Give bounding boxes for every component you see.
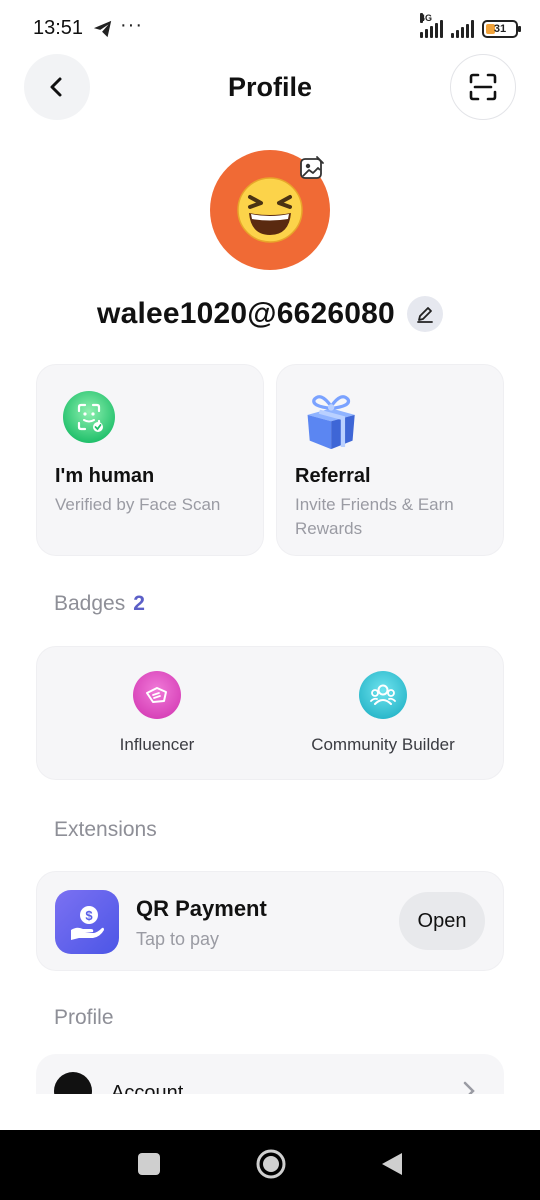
battery-icon: 31: [482, 20, 521, 38]
profile-section-title: Profile: [54, 1006, 114, 1029]
scan-button[interactable]: [450, 54, 516, 120]
back-triangle-icon[interactable]: [380, 1151, 404, 1177]
home-icon[interactable]: [255, 1148, 287, 1180]
edit-username-button[interactable]: [406, 296, 443, 332]
battery-level: 31: [493, 23, 507, 35]
gift-box-icon: [307, 395, 355, 449]
face-scan-icon: [63, 391, 115, 443]
qr-payment-subtitle: Tap to pay: [136, 929, 220, 949]
human-card-title: I'm human: [55, 465, 155, 487]
account-icon: [54, 1072, 92, 1094]
referral-card-subtitle: Invite Friends & Earn Rewards: [295, 495, 454, 538]
community-icon: [359, 671, 407, 719]
more-notifications-icon: ···: [120, 14, 143, 36]
signal-4g-icon: 4G: [420, 13, 443, 38]
badges-card: Influencer Community Builder: [36, 646, 504, 780]
signal-icon: [451, 20, 474, 38]
badges-title: Badges: [54, 592, 126, 615]
svg-text:$: $: [85, 908, 93, 923]
scan-icon: [469, 73, 497, 101]
chevron-right-icon: [463, 1081, 475, 1094]
qr-payment-title: QR Payment: [136, 896, 267, 921]
badge-label: Influencer: [119, 735, 195, 754]
telegram-icon: [93, 20, 112, 38]
laughing-face-icon: [237, 177, 303, 243]
badge-influencer[interactable]: Influencer: [47, 671, 267, 755]
badge-label: Community Builder: [311, 735, 455, 754]
username-row: walee1020@6626080: [0, 296, 540, 332]
status-indicators: 4G 31: [420, 13, 521, 40]
account-row[interactable]: Account: [36, 1054, 504, 1094]
extensions-section-title: Extensions: [54, 818, 157, 841]
qr-payment-card[interactable]: $ QR Payment Tap to pay Open: [36, 871, 504, 971]
account-label: Account: [111, 1082, 184, 1094]
change-photo-icon[interactable]: [299, 155, 325, 181]
status-bar: 13:51 ··· 4G 31: [0, 0, 540, 58]
status-time: 13:51: [33, 17, 84, 39]
open-button[interactable]: Open: [399, 892, 485, 950]
human-verification-card[interactable]: I'm human Verified by Face Scan: [36, 364, 264, 556]
megaphone-icon: [133, 671, 181, 719]
system-navigation-bar: [0, 1130, 540, 1200]
badge-community-builder[interactable]: Community Builder: [273, 671, 493, 755]
human-card-subtitle: Verified by Face Scan: [55, 495, 221, 514]
username: walee1020@6626080: [97, 297, 395, 330]
pencil-icon: [417, 307, 433, 323]
referral-card-title: Referral: [295, 465, 371, 487]
network-type: 4G: [420, 13, 433, 23]
badges-section-title: Badges 2: [54, 592, 145, 616]
referral-card[interactable]: Referral Invite Friends & Earn Rewards: [276, 364, 504, 556]
recents-icon[interactable]: [138, 1153, 160, 1175]
payment-hand-icon: $: [55, 890, 119, 954]
badges-count: 2: [133, 592, 145, 615]
